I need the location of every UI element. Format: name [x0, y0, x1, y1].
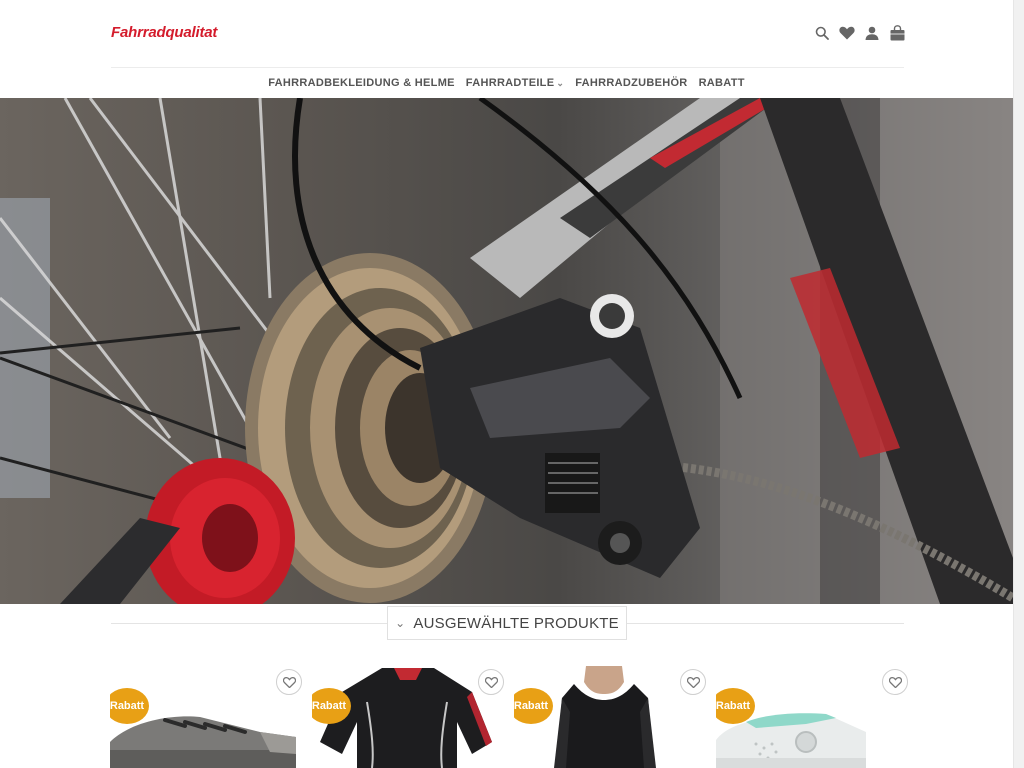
chevron-down-icon: ⌄	[556, 77, 565, 88]
site-logo[interactable]: Fahrradqualitat	[111, 24, 217, 41]
nav-item-label: FAHRRADBEKLEIDUNG & HELME	[268, 77, 455, 89]
section-divider-right	[627, 623, 904, 624]
site-header: Fahrradqualitat	[0, 0, 1013, 68]
wishlist-heart-icon[interactable]	[680, 669, 706, 695]
user-icon[interactable]	[864, 24, 880, 42]
section-divider-left	[111, 623, 387, 624]
header-icons	[814, 24, 905, 42]
featured-products-heading[interactable]: ⌄ AUSGEWÄHLTE PRODUKTE	[387, 606, 627, 640]
nav-item-rabatt[interactable]: RABATT	[699, 77, 745, 89]
chevron-down-icon: ⌄	[395, 616, 406, 630]
nav-item-fahrradteile[interactable]: FAHRRADTEILE ⌄	[466, 77, 564, 89]
nav-item-zubehoer[interactable]: FAHRRADZUBEHÖR	[575, 77, 687, 89]
heart-icon[interactable]	[839, 24, 855, 42]
hero-banner	[0, 98, 1013, 604]
product-card[interactable]: Rabatt	[514, 662, 706, 768]
nav-item-label: FAHRRADZUBEHÖR	[575, 77, 688, 89]
section-title-text: AUSGEWÄHLTE PRODUKTE	[413, 614, 619, 632]
wishlist-heart-icon[interactable]	[882, 669, 908, 695]
product-card[interactable]: Rabatt	[716, 662, 908, 768]
wishlist-heart-icon[interactable]	[478, 669, 504, 695]
nav-item-bekleidung[interactable]: FAHRRADBEKLEIDUNG & HELME	[268, 77, 455, 89]
product-card[interactable]: Rabatt	[312, 662, 504, 768]
nav-item-label: RABATT	[698, 77, 745, 89]
product-card[interactable]: Rabatt	[110, 662, 302, 768]
page-scrollbar[interactable]	[1013, 0, 1024, 768]
main-nav: FAHRRADBEKLEIDUNG & HELME FAHRRADTEILE ⌄…	[0, 68, 1013, 98]
hero-bike-drivetrain-image	[0, 98, 1013, 604]
nav-item-label: FAHRRADTEILE	[465, 77, 555, 89]
shopping-bag-icon[interactable]	[889, 24, 905, 42]
wishlist-heart-icon[interactable]	[276, 669, 302, 695]
search-icon[interactable]	[814, 24, 830, 42]
